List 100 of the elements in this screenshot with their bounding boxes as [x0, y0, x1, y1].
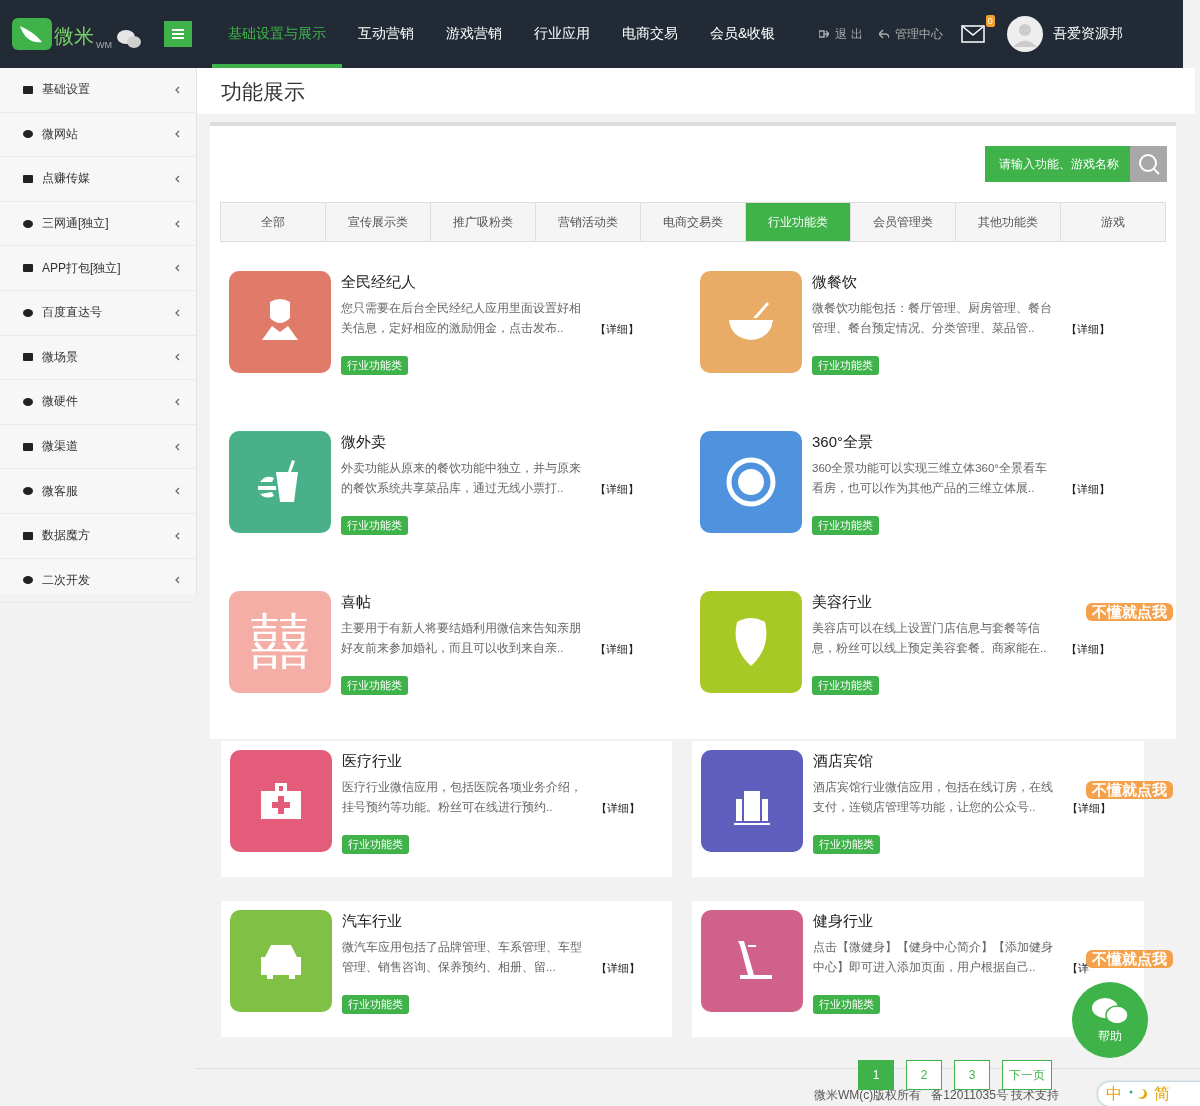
chevron-icon — [175, 85, 180, 94]
detail-link[interactable]: 【详 — [1067, 961, 1089, 976]
detail-link[interactable]: 【详细】 — [596, 801, 640, 816]
sidebar-item[interactable]: 三网通[独立] — [0, 201, 196, 247]
sidebar-item[interactable]: 微网站 — [0, 112, 196, 158]
menu-item-icon — [22, 529, 34, 542]
nav-tab[interactable]: 互动营销 — [342, 0, 430, 68]
chevron-icon — [175, 531, 180, 540]
sidebar-item[interactable]: APP打包[独立] — [0, 246, 196, 291]
leaf-logo-icon — [12, 18, 52, 50]
menu-button[interactable] — [164, 21, 192, 47]
detail-link[interactable]: 【详细】 — [595, 322, 639, 337]
avatar[interactable] — [1006, 16, 1043, 52]
menu-item-icon — [22, 485, 34, 498]
feature-title: 医疗行业 — [342, 752, 402, 771]
sidebar-item[interactable]: 基础设置 — [0, 68, 196, 113]
nav-tab[interactable]: 会员&收银 — [694, 0, 792, 68]
chevron-icon — [175, 219, 180, 228]
feature-title: 360°全景 — [812, 433, 874, 452]
chevron-icon — [175, 397, 180, 406]
header-link[interactable]: 退 出 — [835, 25, 863, 43]
feature-icon[interactable] — [701, 910, 803, 1012]
logo-text: 微米 — [54, 24, 94, 49]
menu-item-icon — [22, 440, 34, 453]
page-title: 功能展示 — [197, 68, 1195, 114]
copyright-text: 微米WM(c)版权所有 — [814, 1087, 922, 1104]
feature-description: 美容店可以在线上设置门店信息与套餐等信息，粉丝可以线上预定美容套餐。商家能在.. — [812, 621, 1048, 656]
search-field[interactable]: 请输入功能、游戏名称 — [985, 146, 1130, 182]
category-tag: 行业功能类 — [812, 516, 879, 535]
menu-item-icon — [22, 83, 34, 96]
category-tab[interactable]: 推广吸粉类 — [431, 203, 536, 241]
feature-icon[interactable] — [701, 750, 803, 852]
nav-tab[interactable]: 游戏营销 — [430, 0, 518, 68]
category-tab[interactable]: 其他功能类 — [956, 203, 1061, 241]
feature-description: 360全景功能可以实现三维立体360°全景看车看房，也可以作为其他产品的三维立体展.. — [812, 461, 1048, 496]
detail-link[interactable]: 【详细】 — [1066, 642, 1110, 657]
category-tag: 行业功能类 — [812, 676, 879, 695]
category-tag: 行业功能类 — [813, 835, 880, 854]
nav-tab[interactable]: 行业应用 — [518, 0, 606, 68]
feature-description: 主要用于有新人将要结婚利用微信来告知亲朋好友前来参加婚礼，而且可以收到来自亲.. — [341, 621, 582, 656]
header-link[interactable]: 管理中心 — [894, 25, 943, 43]
category-tab[interactable]: 电商交易类 — [641, 203, 746, 241]
sidebar-item[interactable]: 百度直达号 — [0, 290, 196, 336]
feature-description: 酒店宾馆行业微信应用，包括在线订房，在线支付，连锁店管理等功能，让您的公众号.. — [813, 780, 1054, 815]
menu-item-icon — [22, 306, 34, 319]
sidebar-item[interactable]: 数据魔方 — [0, 513, 196, 559]
feature-icon[interactable] — [230, 750, 332, 852]
sidebar-item[interactable]: 微硬件 — [0, 380, 196, 425]
chevron-icon — [175, 175, 180, 183]
detail-link[interactable]: 【详细】 — [1067, 801, 1111, 816]
feature-title: 喜帖 — [341, 593, 371, 612]
reply-icon — [878, 29, 889, 39]
double-happiness-glyph: 囍 — [250, 612, 310, 672]
sidebar-item[interactable]: 微场景 — [0, 335, 196, 381]
chevron-icon — [175, 576, 180, 585]
category-tab[interactable]: 游戏 — [1061, 203, 1165, 241]
feature-icon[interactable] — [229, 431, 331, 533]
feature-description: 微餐饮功能包括：餐厅管理、厨房管理、餐台管理、餐台预定情况、分类管理、菜品管.. — [812, 301, 1053, 336]
feature-title: 美容行业 — [812, 593, 872, 612]
sidebar-item[interactable]: 微客服 — [0, 469, 196, 514]
category-tab[interactable]: 全部 — [221, 203, 326, 241]
detail-link[interactable]: 【详细】 — [596, 961, 640, 976]
chevron-icon — [175, 353, 180, 362]
menu-item-icon — [22, 173, 34, 185]
feature-title: 酒店宾馆 — [813, 752, 873, 771]
sidebar-item[interactable]: 点赚传媒 — [0, 157, 196, 202]
detail-link[interactable]: 【详细】 — [1066, 482, 1110, 497]
user-name: 吾爱资源邦 — [1052, 25, 1123, 43]
category-tag: 行业功能类 — [342, 835, 409, 854]
menu-item-icon — [22, 262, 34, 275]
chevron-icon — [175, 308, 180, 317]
sidebar-item[interactable]: 微渠道 — [0, 424, 196, 470]
menu-item-icon — [22, 217, 34, 230]
menu-icon — [172, 29, 184, 39]
mail-count-badge: 0 — [985, 15, 995, 27]
moon-icon — [1128, 1088, 1148, 1100]
feature-icon[interactable] — [700, 431, 802, 533]
category-tab[interactable]: 营销活动类 — [536, 203, 641, 241]
mail-icon[interactable] — [960, 25, 985, 43]
chevron-icon — [175, 442, 180, 451]
detail-link[interactable]: 【详细】 — [595, 482, 639, 497]
detail-link[interactable]: 【详细】 — [595, 642, 639, 657]
search-button[interactable] — [1130, 146, 1167, 182]
feature-title: 汽车行业 — [342, 912, 402, 931]
category-tab[interactable]: 会员管理类 — [851, 203, 956, 241]
feature-description: 您只需要在后台全民经纪人应用里面设置好相关信息，定好相应的激励佣金，点击发布.. — [341, 301, 582, 336]
feature-icon[interactable] — [229, 271, 331, 373]
category-tag: 行业功能类 — [341, 516, 408, 535]
category-tag: 行业功能类 — [342, 995, 409, 1014]
feature-description: 医疗行业微信应用，包括医院各项业务介绍，挂号预约等功能。粉丝可在线进行预约.. — [342, 780, 583, 815]
menu-item-icon — [22, 395, 34, 408]
detail-link[interactable]: 【详细】 — [1066, 322, 1110, 337]
chevron-icon — [175, 264, 180, 273]
sidebar-item[interactable]: 二次开发 — [0, 558, 196, 604]
feature-description: 点击【微健身】【健身中心简介】【添加健身中心】即可进入添加页面，用户根据自己.. — [813, 940, 1054, 975]
category-tag: 行业功能类 — [341, 356, 408, 375]
nav-tab[interactable]: 电商交易 — [606, 0, 694, 68]
chevron-icon — [175, 130, 180, 139]
chevron-icon — [175, 487, 180, 496]
category-tab[interactable]: 宣传展示类 — [326, 203, 431, 241]
